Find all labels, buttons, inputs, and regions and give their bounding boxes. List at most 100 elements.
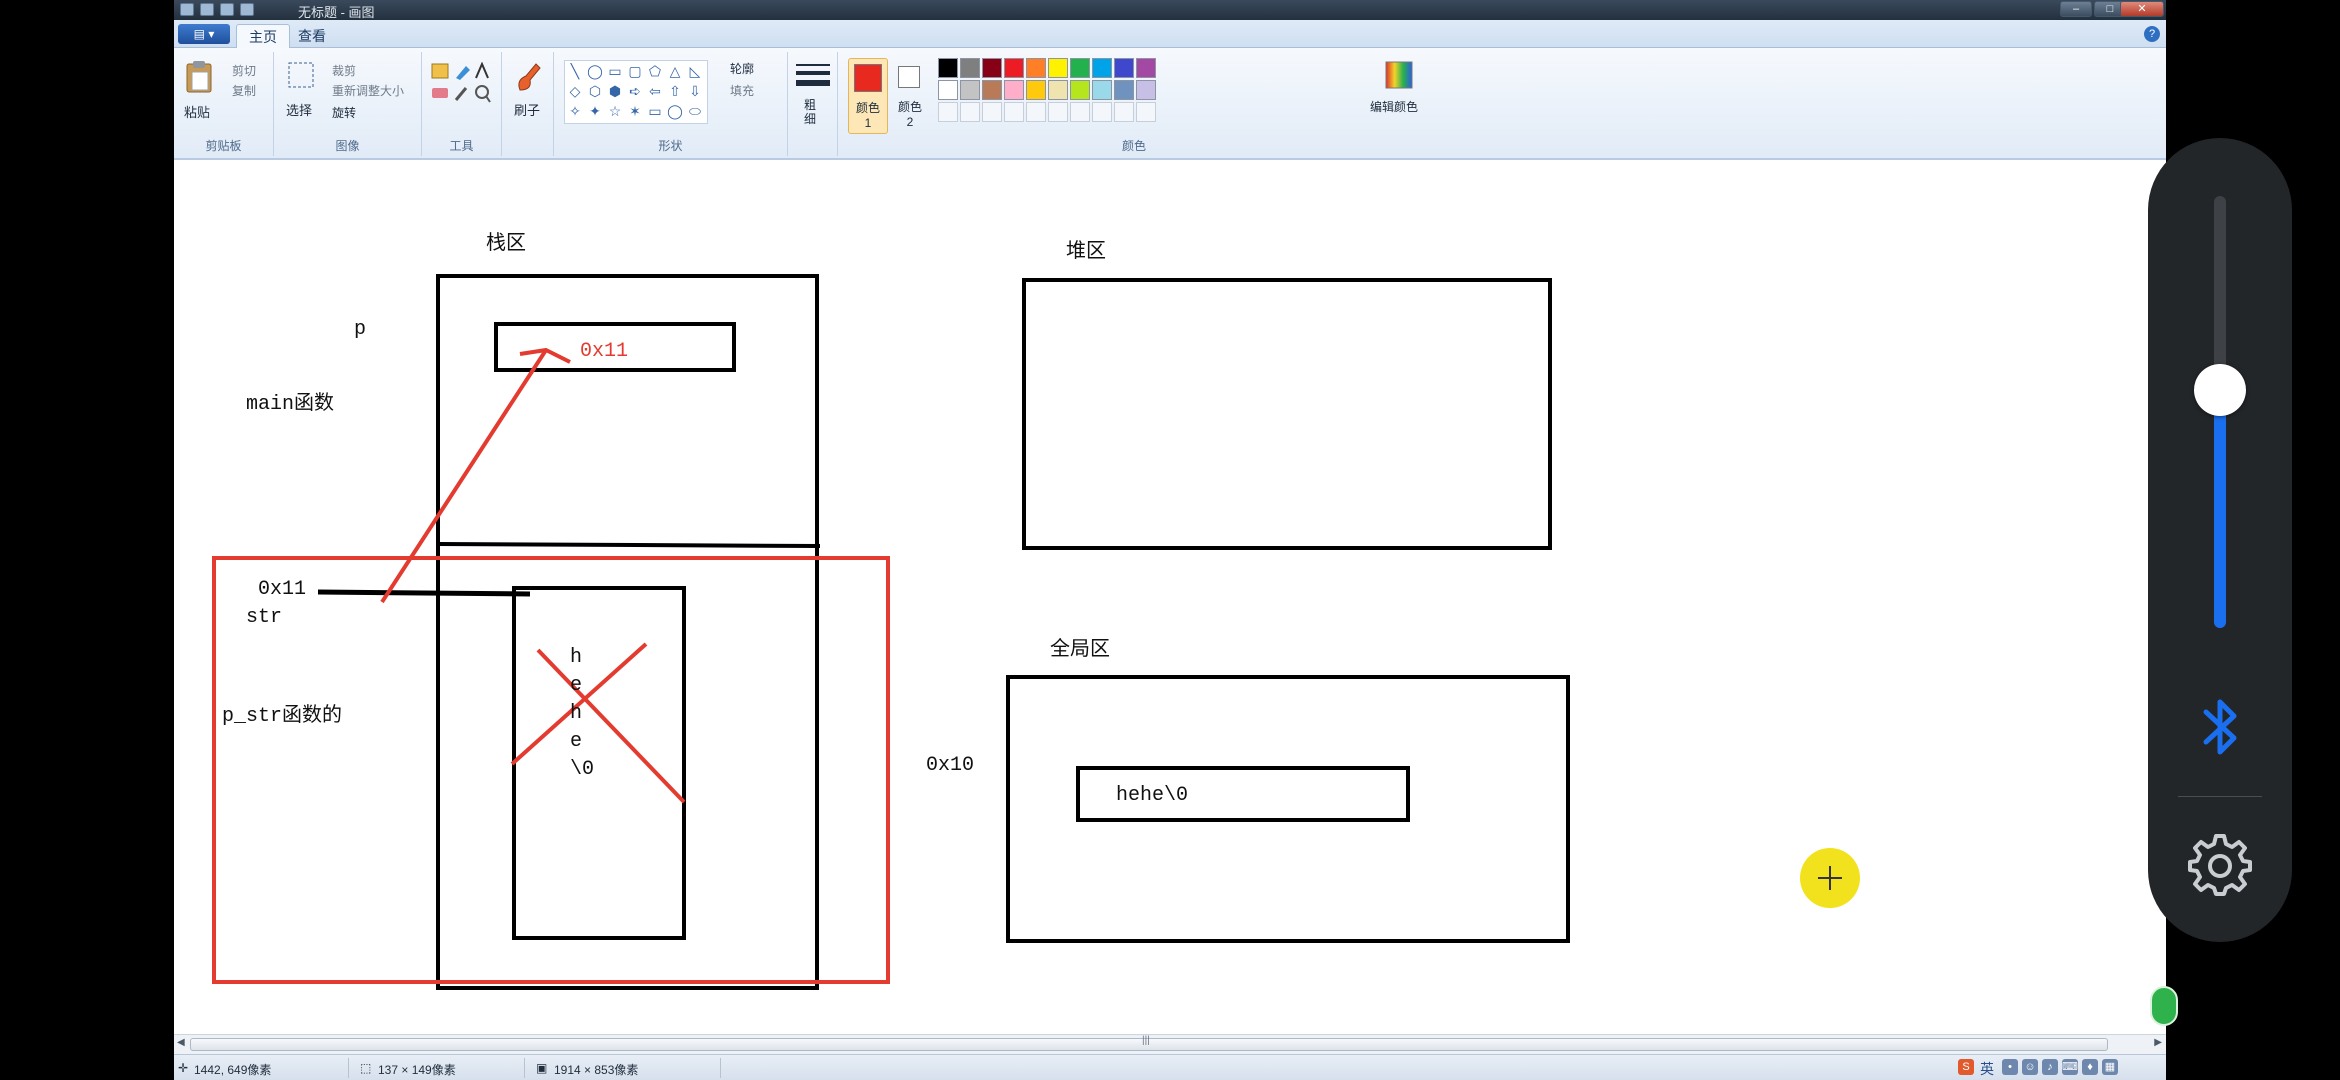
edit-colors-icon[interactable]: [1384, 60, 1414, 90]
punctuation-icon[interactable]: •: [2002, 1059, 2018, 1075]
shape-option[interactable]: ⬠: [647, 63, 663, 79]
scroll-right-icon[interactable]: ▶: [2154, 1037, 2162, 1048]
shape-option[interactable]: ◯: [587, 63, 603, 79]
copy-button[interactable]: 复制: [232, 82, 256, 99]
shape-option[interactable]: ◇: [567, 83, 583, 99]
shape-option[interactable]: ◯: [667, 103, 683, 119]
brushes-button[interactable]: 刷子: [514, 100, 540, 119]
shape-option[interactable]: ⇦: [647, 83, 663, 99]
palette-color[interactable]: [1070, 58, 1090, 78]
grid-icon[interactable]: ▦: [2102, 1059, 2118, 1075]
shape-option[interactable]: ▭: [647, 103, 663, 119]
select-icon[interactable]: [286, 60, 316, 90]
size-button[interactable]: 粗细: [804, 98, 818, 126]
palette-color[interactable]: [1136, 80, 1156, 100]
rotate-button[interactable]: 旋转: [332, 104, 356, 121]
palette-color[interactable]: [982, 80, 1002, 100]
sogou-ime-icon[interactable]: S: [1958, 1059, 1974, 1075]
palette-color[interactable]: [982, 58, 1002, 78]
shape-option[interactable]: ✧: [567, 103, 583, 119]
outline-button[interactable]: 轮廓: [730, 60, 754, 77]
shape-option[interactable]: ✦: [587, 103, 603, 119]
save-quick-icon[interactable]: [200, 3, 214, 16]
microphone-icon[interactable]: ♪: [2042, 1059, 2058, 1075]
shirt-icon[interactable]: ♦: [2082, 1059, 2098, 1075]
palette-color[interactable]: [1048, 80, 1068, 100]
paste-icon[interactable]: [184, 60, 214, 94]
select-button[interactable]: 选择: [286, 100, 312, 119]
floating-badge[interactable]: [2150, 986, 2178, 1026]
custom-color-slot[interactable]: [1114, 102, 1134, 122]
paint-menu-button[interactable]: ▤ ▾: [178, 24, 230, 44]
cut-button[interactable]: 剪切: [232, 62, 256, 79]
help-icon[interactable]: ?: [2144, 26, 2160, 42]
drawing-canvas[interactable]: 栈区 堆区 全局区 p main函数 0x11 0x11 str p_str函数…: [174, 162, 2166, 1042]
shape-option[interactable]: ⇩: [687, 83, 703, 99]
shape-option[interactable]: ◺: [687, 63, 703, 79]
shape-option[interactable]: ⬢: [607, 83, 623, 99]
keyboard-icon[interactable]: ⌨: [2062, 1059, 2078, 1075]
shape-option[interactable]: ☆: [607, 103, 623, 119]
edit-colors-button[interactable]: 编辑颜色: [1370, 98, 1418, 115]
tab-home[interactable]: 主页: [236, 24, 290, 48]
palette-color[interactable]: [1114, 58, 1134, 78]
resize-button[interactable]: 重新调整大小: [332, 82, 404, 99]
brush-icon[interactable]: [512, 60, 544, 94]
shape-option[interactable]: ╲: [567, 63, 583, 79]
palette-color[interactable]: [960, 58, 980, 78]
cursor-highlight: [1800, 848, 1860, 908]
palette-color[interactable]: [1004, 58, 1024, 78]
redo-quick-icon[interactable]: [240, 3, 254, 16]
custom-color-slot[interactable]: [982, 102, 1002, 122]
custom-color-slot[interactable]: [938, 102, 958, 122]
window-title: 无标题 - 画图: [298, 5, 375, 20]
minimize-button[interactable]: –: [2060, 1, 2092, 17]
shape-option[interactable]: ⬡: [587, 83, 603, 99]
size-icon[interactable]: [796, 62, 830, 92]
fill-button[interactable]: 填充: [730, 82, 754, 99]
custom-color-slot[interactable]: [1026, 102, 1046, 122]
palette-color[interactable]: [1004, 80, 1024, 100]
palette-color[interactable]: [1026, 80, 1046, 100]
palette-color[interactable]: [1136, 58, 1156, 78]
shape-option[interactable]: ➪: [627, 83, 643, 99]
palette-color[interactable]: [938, 58, 958, 78]
shape-option[interactable]: ▢: [627, 63, 643, 79]
palette-color[interactable]: [960, 80, 980, 100]
palette-color[interactable]: [938, 80, 958, 100]
shape-option[interactable]: ✶: [627, 103, 643, 119]
bluetooth-icon[interactable]: [2194, 692, 2246, 762]
ime-mode[interactable]: 英: [1980, 1059, 1994, 1079]
custom-color-slot[interactable]: [1136, 102, 1156, 122]
gear-icon[interactable]: [2188, 834, 2252, 898]
custom-color-slot[interactable]: [1048, 102, 1068, 122]
image-group-label: 图像: [335, 139, 360, 153]
drawing-shapes: [212, 274, 1570, 990]
scroll-left-icon[interactable]: ◀: [177, 1037, 185, 1048]
paste-button[interactable]: 粘贴: [184, 102, 210, 121]
custom-color-slot[interactable]: [1092, 102, 1112, 122]
crop-button[interactable]: 裁剪: [332, 62, 356, 79]
palette-color[interactable]: [1092, 80, 1112, 100]
tab-view[interactable]: 查看: [286, 24, 338, 48]
color2-button[interactable]: 颜色 2: [892, 58, 928, 134]
shape-option[interactable]: △: [667, 63, 683, 79]
custom-color-slot[interactable]: [960, 102, 980, 122]
volume-knob[interactable]: [2194, 364, 2246, 417]
emoji-icon[interactable]: ☺: [2022, 1059, 2038, 1075]
shape-option[interactable]: ⇧: [667, 83, 683, 99]
palette-color[interactable]: [1048, 58, 1068, 78]
palette-color[interactable]: [1114, 80, 1134, 100]
shape-option[interactable]: ⬭: [687, 103, 703, 119]
custom-color-slot[interactable]: [1004, 102, 1024, 122]
horizontal-scrollbar[interactable]: ◀ ||| ▶: [174, 1034, 2166, 1054]
tool-icons[interactable]: [430, 62, 494, 126]
palette-color[interactable]: [1092, 58, 1112, 78]
color1-button[interactable]: 颜色 1: [848, 58, 888, 134]
close-button[interactable]: ✕: [2120, 1, 2164, 17]
custom-color-slot[interactable]: [1070, 102, 1090, 122]
undo-quick-icon[interactable]: [220, 3, 234, 16]
palette-color[interactable]: [1070, 80, 1090, 100]
palette-color[interactable]: [1026, 58, 1046, 78]
shape-option[interactable]: ▭: [607, 63, 623, 79]
